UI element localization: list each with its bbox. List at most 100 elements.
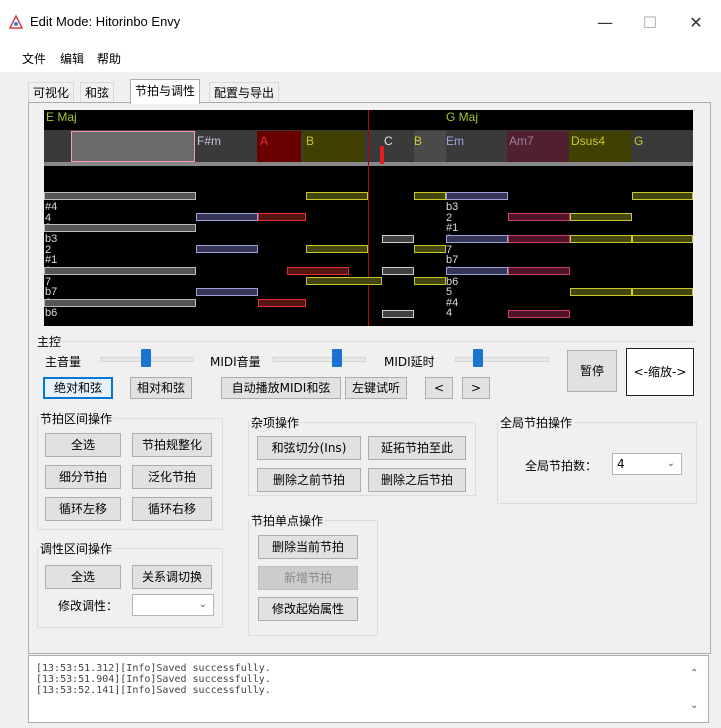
log-line: [13:53:52.141][Info]Saved successfully. <box>36 685 271 696</box>
delete-current-beat-button[interactable]: 删除当前节拍 <box>258 535 358 559</box>
log-output[interactable]: [13:53:51.312][Info]Saved successfully. … <box>28 655 709 723</box>
delete-before-button[interactable]: 删除之前节拍 <box>257 468 361 492</box>
generalize-beat-button[interactable]: 泛化节拍 <box>132 465 212 489</box>
main-volume-label: 主音量 <box>45 355 82 369</box>
note-bar <box>196 288 258 296</box>
chord-label: G <box>634 134 644 148</box>
single-beat-label: 节拍单点操作 <box>251 514 324 528</box>
menu-edit[interactable]: 编辑 <box>60 50 84 67</box>
chord-label: B <box>414 134 423 148</box>
tab-chords[interactable]: 和弦 <box>80 82 115 103</box>
midi-volume-track[interactable] <box>272 357 366 362</box>
degree-label: b7 <box>45 286 58 298</box>
global-beat-count-label: 全局节拍数： <box>525 459 598 473</box>
midi-volume-thumb[interactable] <box>332 349 342 367</box>
maximize-button[interactable]: ☐ <box>630 8 670 38</box>
chord-visualization[interactable]: E Maj G Maj F#m A B C B Em Am7 Dsus4 G 5… <box>44 110 693 326</box>
chord-label: C <box>384 134 393 148</box>
note-bar <box>570 213 632 221</box>
chord-label: B <box>306 134 315 148</box>
note-bar <box>414 192 446 200</box>
note-bar <box>508 235 570 243</box>
log-line: [13:53:51.312][Info]Saved successfully. <box>36 663 271 674</box>
app-icon <box>8 14 24 29</box>
note-bar <box>258 213 306 221</box>
modify-key-label: 修改调性： <box>58 599 119 613</box>
note-bar <box>382 235 414 243</box>
note-bar <box>306 277 382 285</box>
chord-label: Am7 <box>509 134 534 148</box>
degree-label: b3 <box>45 233 58 245</box>
chevron-down-icon: ⌄ <box>198 599 207 610</box>
note-bar <box>508 213 570 221</box>
degree-label: 5 <box>446 286 453 298</box>
midi-delay-thumb[interactable] <box>473 349 483 367</box>
chord-label: Em <box>446 134 464 148</box>
midi-volume-label: MIDI音量 <box>210 355 261 369</box>
rotate-left-button[interactable]: 循环左移 <box>45 497 121 521</box>
note-bar <box>258 299 306 307</box>
prev-button[interactable]: < <box>425 377 453 399</box>
beat-range-label: 节拍区间操作 <box>40 412 113 426</box>
chord-label: A <box>260 134 269 148</box>
global-beat-count-select[interactable]: 4 ⌄ <box>612 453 682 475</box>
modify-key-select[interactable]: ⌄ <box>132 594 214 616</box>
next-button[interactable]: > <box>462 377 490 399</box>
delete-after-button[interactable]: 删除之后节拍 <box>368 468 466 492</box>
note-bar <box>632 192 693 200</box>
tab-beat-key[interactable]: 节拍与调性 <box>130 79 201 104</box>
rotate-right-button[interactable]: 循环右移 <box>132 497 212 521</box>
note-bar <box>287 267 349 275</box>
beat-select-all-button[interactable]: 全选 <box>45 433 121 457</box>
pause-button[interactable]: 暂停 <box>567 350 617 392</box>
note-bar <box>414 245 446 253</box>
note-bar <box>508 267 570 275</box>
note-bar <box>196 245 258 253</box>
note-bar <box>382 267 414 275</box>
relative-chord-button[interactable]: 相对和弦 <box>130 377 192 399</box>
key-select-all-button[interactable]: 全选 <box>45 565 121 589</box>
minimize-button[interactable]: — <box>585 8 625 38</box>
note-bar <box>44 299 196 307</box>
scroll-down-icon[interactable]: ⌄ <box>690 700 698 711</box>
subdivide-beat-button[interactable]: 细分节拍 <box>45 465 121 489</box>
chord-label: F#m <box>197 134 221 148</box>
modify-start-attr-button[interactable]: 修改起始属性 <box>258 597 358 621</box>
note-bar <box>306 245 368 253</box>
relative-key-switch-button[interactable]: 关系调切换 <box>132 565 212 589</box>
playhead-line <box>368 110 369 326</box>
master-group-divider <box>60 341 698 342</box>
note-bar <box>44 267 196 275</box>
master-group-label: 主控 <box>37 335 62 349</box>
scroll-up-icon[interactable]: ⌃ <box>690 668 698 679</box>
extend-beat-button[interactable]: 延拓节拍至此 <box>368 436 466 460</box>
note-bar <box>306 192 368 200</box>
chord-split-button[interactable]: 和弦切分(Ins) <box>257 436 361 460</box>
log-line: [13:53:51.904][Info]Saved successfully. <box>36 674 271 685</box>
playhead-marker[interactable] <box>380 146 384 164</box>
degree-label: b6 <box>45 307 58 319</box>
menu-file[interactable]: 文件 <box>22 50 46 67</box>
close-button[interactable]: ✕ <box>676 8 716 38</box>
degree-label: #1 <box>45 254 58 266</box>
left-click-preview-button[interactable]: 左键试听 <box>345 377 407 399</box>
autoplay-midi-button[interactable]: 自动播放MIDI和弦 <box>221 377 341 399</box>
note-bar <box>508 310 570 318</box>
note-bar <box>446 192 508 200</box>
absolute-chord-button[interactable]: 绝对和弦 <box>43 377 113 399</box>
main-volume-thumb[interactable] <box>141 349 151 367</box>
tab-visualize[interactable]: 可视化 <box>28 82 75 103</box>
menu-help[interactable]: 帮助 <box>97 50 121 67</box>
note-bar <box>570 288 632 296</box>
beat-normalize-button[interactable]: 节拍规整化 <box>132 433 212 457</box>
selection-box <box>71 131 195 162</box>
note-bar <box>446 235 508 243</box>
add-beat-button[interactable]: 新增节拍 <box>258 566 358 590</box>
zoom-button[interactable]: <-缩放-> <box>626 348 694 396</box>
key-label: E Maj <box>46 110 77 124</box>
note-bar <box>44 192 196 200</box>
note-bar <box>382 310 414 318</box>
global-beat-count-value: 4 <box>617 457 625 471</box>
midi-delay-track[interactable] <box>455 357 549 362</box>
tab-config-export[interactable]: 配置与导出 <box>209 82 280 103</box>
